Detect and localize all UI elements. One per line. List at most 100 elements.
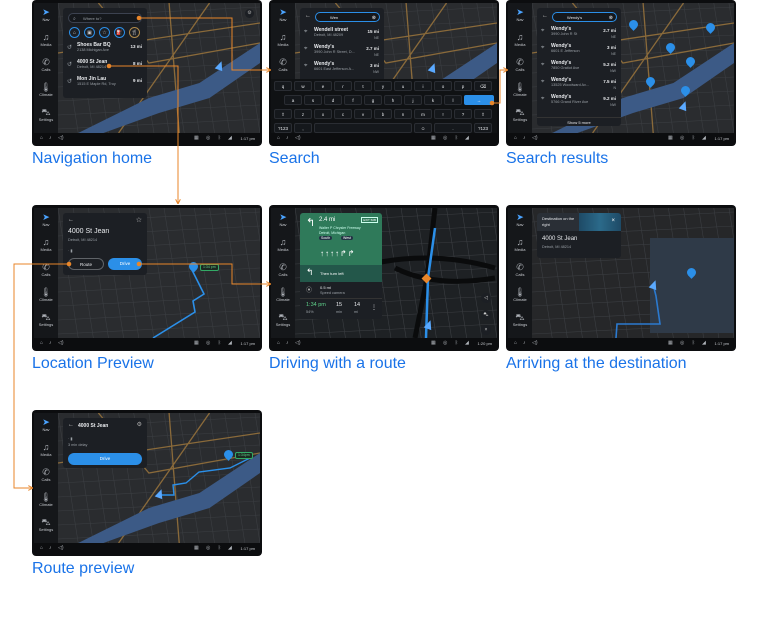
key[interactable]: ☺ <box>414 123 432 133</box>
key[interactable]: o <box>434 81 452 91</box>
sidebar-item-media[interactable]: ♫ Media <box>271 32 295 47</box>
volume-icon[interactable]: ◁) <box>58 135 64 141</box>
key[interactable]: f <box>344 95 362 105</box>
sidebar-item-nav[interactable]: ➤ Nav <box>34 212 58 227</box>
clear-icon[interactable]: ⊗ <box>372 13 376 23</box>
category-star-icon[interactable]: ☆ <box>99 27 110 38</box>
sidebar-item-settings[interactable]: ⛍Settings <box>34 107 58 122</box>
key[interactable]: v <box>354 109 372 119</box>
sidebar-item-media[interactable]: ♫ Media <box>508 32 532 47</box>
sidebar-item-media[interactable]: ♫ Media <box>34 32 58 47</box>
home-icon[interactable]: ⌂ <box>514 340 517 346</box>
back-arrow-icon[interactable]: ← <box>305 13 311 19</box>
key[interactable]: c <box>334 109 352 119</box>
close-icon[interactable]: × <box>481 325 491 335</box>
home-icon[interactable]: ⌂ <box>40 545 43 551</box>
back-arrow-icon[interactable]: ← <box>542 13 548 19</box>
sidebar-item-calls[interactable]: ✆ Calls <box>34 57 58 72</box>
category-work-icon[interactable]: ▣ <box>84 27 95 38</box>
key[interactable] <box>314 123 412 133</box>
drive-button[interactable]: Drive <box>108 258 142 270</box>
show-more-button[interactable]: Show 5 more <box>537 117 621 125</box>
key[interactable]: ?123 <box>274 123 292 133</box>
key[interactable]: u <box>394 81 412 91</box>
home-icon[interactable]: ⌂ <box>277 340 280 346</box>
volume-icon[interactable]: ◁) <box>58 545 64 551</box>
key[interactable]: p <box>454 81 472 91</box>
home-icon[interactable]: ⌂ <box>277 135 280 141</box>
key[interactable]: ? <box>454 109 472 119</box>
sidebar-item-nav[interactable]: ➤ Nav <box>271 7 295 22</box>
volume-icon[interactable]: ◁) <box>295 135 301 141</box>
list-item[interactable]: ⌖ Wendy's 6601 East Jefferson A... 3 mi NW <box>300 61 384 78</box>
bell-icon[interactable]: ♪ <box>49 340 52 346</box>
bell-icon[interactable]: ♪ <box>523 340 526 346</box>
key[interactable]: , <box>294 123 312 133</box>
key[interactable]: ⇧ <box>474 109 492 119</box>
key[interactable]: j <box>404 95 422 105</box>
key[interactable]: r <box>334 81 352 91</box>
clear-icon[interactable]: ⊗ <box>609 13 613 23</box>
bell-icon[interactable]: ♪ <box>523 135 526 141</box>
search-input[interactable]: Wendy's ⊗ <box>552 12 617 22</box>
close-icon[interactable]: × <box>611 218 615 224</box>
key[interactable]: y <box>374 81 392 91</box>
list-item[interactable]: ↺ Mon Jin Lau 1515 E Maple Rd, Troy 9 mi <box>63 76 147 93</box>
key[interactable]: n <box>394 109 412 119</box>
search-input[interactable]: Wen ⊗ <box>315 12 380 22</box>
key[interactable]: t <box>354 81 372 91</box>
list-item[interactable]: ⌖ Wendy's 6601 E Jefferson 3 mi NE <box>537 43 621 60</box>
home-icon[interactable]: ⌂ <box>40 135 43 141</box>
volume-icon[interactable]: ◁) <box>532 340 538 346</box>
list-item[interactable]: ↺ 4000 St Jean Detroit, MI 48214 8 mi <box>63 59 147 76</box>
list-item[interactable]: ⌖ Wendell street Detroit, MI 48209 15 mi NE <box>300 27 384 44</box>
bell-icon[interactable]: ♪ <box>49 545 52 551</box>
sidebar-item-media[interactable]: ♫ Media <box>271 237 295 252</box>
favorite-star-icon[interactable]: ☆ <box>136 216 142 224</box>
key[interactable]: g <box>364 95 382 105</box>
key[interactable]: ⇧ <box>274 109 292 119</box>
sidebar-item-climate[interactable]: 🌡Climate <box>34 82 58 97</box>
sidebar-item-media[interactable]: ♫ Media <box>508 237 532 252</box>
sidebar-item-nav[interactable]: ➤ Nav <box>508 212 532 227</box>
key[interactable]: . <box>434 123 472 133</box>
key[interactable]: h <box>384 95 402 105</box>
sidebar-item-nav[interactable]: ➤ Nav <box>34 417 58 432</box>
key[interactable]: q <box>274 81 292 91</box>
key[interactable]: x <box>314 109 332 119</box>
key[interactable]: m <box>414 109 432 119</box>
list-item[interactable]: ↺ Shoes Bar BQ 2138 Michigan Ave 13 mi <box>63 42 147 59</box>
settings-gear-icon[interactable]: ⚙ <box>245 9 254 18</box>
sidebar-item-settings[interactable]: ⛍Settings <box>508 107 532 122</box>
sidebar-item-calls[interactable]: ✆ Calls <box>271 262 295 277</box>
back-arrow-icon[interactable]: ← <box>68 422 74 428</box>
search-input[interactable]: ⌕ Where to? <box>68 13 142 23</box>
list-item[interactable]: ⌖ Wendy's 3990 John R St 2.7 mi NE <box>537 26 621 43</box>
car-view-icon[interactable]: ⛍ <box>481 310 491 320</box>
key[interactable]: b <box>374 109 392 119</box>
sidebar-item-nav[interactable]: ➤ Nav <box>271 212 295 227</box>
sidebar-item-climate[interactable]: 🌡Climate <box>508 82 532 97</box>
bell-icon[interactable]: ♪ <box>286 340 289 346</box>
list-item[interactable]: ⌖ Wendy's 5766 Grand River Ave 9.2 mi NW <box>537 94 621 111</box>
key[interactable]: ! <box>434 109 452 119</box>
route-button[interactable]: Route <box>68 258 104 270</box>
key[interactable]: w <box>294 81 312 91</box>
sidebar-item-nav[interactable]: ➤ Nav <box>508 7 532 22</box>
home-icon[interactable]: ⌂ <box>514 135 517 141</box>
sidebar-item-calls[interactable]: ✆ Calls <box>508 262 532 277</box>
sidebar-item-calls[interactable]: ✆ Calls <box>34 262 58 277</box>
sidebar-item-climate[interactable]: 🌡Climate <box>34 287 58 302</box>
volume-icon[interactable]: ◁) <box>532 135 538 141</box>
sidebar-item-nav[interactable]: ➤ Nav <box>34 7 58 22</box>
volume-icon[interactable]: ◁) <box>58 340 64 346</box>
list-item[interactable]: ⌖ Wendy's 3990 John R Street, D... 2.7 mi NE <box>300 44 384 61</box>
key[interactable]: a <box>284 95 302 105</box>
sidebar-item-calls[interactable]: ✆ Calls <box>508 57 532 72</box>
category-home-icon[interactable]: ⌂ <box>69 27 80 38</box>
sidebar-item-settings[interactable]: ⛍Settings <box>271 312 295 327</box>
volume-icon[interactable]: ◁) <box>295 340 301 346</box>
bell-icon[interactable]: ♪ <box>49 135 52 141</box>
sidebar-item-media[interactable]: ♫ Media <box>34 237 58 252</box>
back-arrow-icon[interactable]: ← <box>68 217 74 223</box>
